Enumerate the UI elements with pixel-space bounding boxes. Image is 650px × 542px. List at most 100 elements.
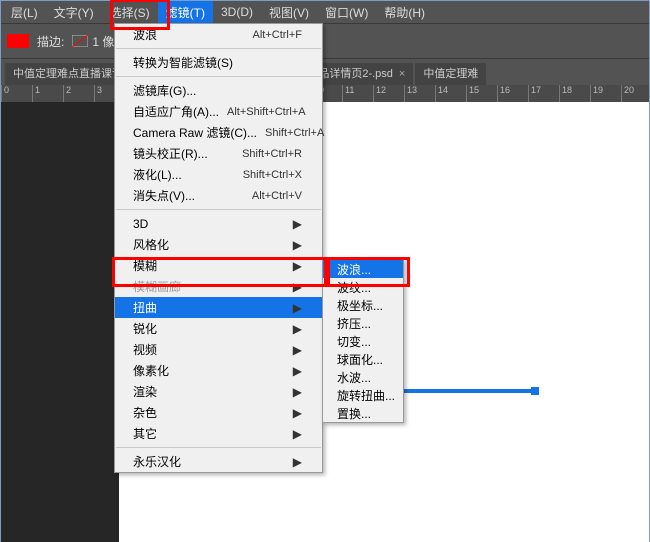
menu-item-label: 3D [133, 217, 292, 231]
menu-shortcut: Alt+Ctrl+F [244, 29, 302, 41]
document-tab[interactable]: 中值定理难 [415, 63, 486, 85]
menu-item[interactable]: 转换为智能滤镜(S) [115, 52, 322, 73]
menu-item[interactable]: 渲染▶ [115, 381, 322, 402]
menu-shortcut: Shift+Ctrl+A [257, 127, 324, 139]
ruler-tick: 15 [466, 85, 479, 102]
menu-item[interactable]: 层(L) [3, 1, 46, 24]
ruler-tick: 16 [497, 85, 510, 102]
ruler-tick: 20 [621, 85, 634, 102]
menu-item-label: 风格化 [133, 236, 292, 253]
options-bar: 描边: 1 像素 ▭ ▤ ◧ ✿ 对齐边缘 [1, 23, 649, 59]
app-window: 层(L)文字(Y)选择(S)滤镜(T)3D(D)视图(V)窗口(W)帮助(H) … [0, 0, 650, 542]
menu-item[interactable]: 风格化▶ [115, 234, 322, 255]
submenu-arrow-icon: ▶ [292, 259, 302, 273]
submenu-item-label: 水波... [337, 369, 371, 386]
menu-item-label: 波浪 [133, 26, 244, 43]
menu-item[interactable]: 杂色▶ [115, 402, 322, 423]
filter-menu: 波浪Alt+Ctrl+F转换为智能滤镜(S)滤镜库(G)...自适应广角(A).… [114, 23, 323, 473]
submenu-arrow-icon: ▶ [292, 364, 302, 378]
submenu-arrow-icon: ▶ [292, 427, 302, 441]
ruler-horizontal: 0123456789101112131415161718192021 [1, 85, 649, 102]
menu-item[interactable]: 滤镜库(G)... [115, 80, 322, 101]
ruler-tick: 17 [528, 85, 541, 102]
menu-item[interactable]: 文字(Y) [46, 1, 102, 24]
menu-item[interactable]: 自适应广角(A)...Alt+Shift+Ctrl+A [115, 101, 322, 122]
selection-line [404, 389, 534, 393]
menu-shortcut: Alt+Shift+Ctrl+A [219, 106, 306, 118]
submenu-item[interactable]: 球面化... [323, 350, 403, 368]
menu-item[interactable]: 消失点(V)...Alt+Ctrl+V [115, 185, 322, 206]
menu-item[interactable]: 视频▶ [115, 339, 322, 360]
menu-item[interactable]: 视图(V) [261, 1, 317, 24]
submenu-item[interactable]: 旋转扭曲... [323, 386, 403, 404]
stroke-swatch[interactable] [70, 31, 90, 51]
menu-item[interactable]: Camera Raw 滤镜(C)...Shift+Ctrl+A [115, 122, 322, 143]
tab-label: 中值定理难 [423, 63, 478, 85]
menu-separator [116, 209, 321, 210]
submenu-item[interactable]: 极坐标... [323, 296, 403, 314]
submenu-arrow-icon: ▶ [292, 385, 302, 399]
menu-item-label: 镜头校正(R)... [133, 145, 234, 162]
menu-item[interactable]: 扭曲▶ [115, 297, 322, 318]
ruler-tick: 1 [32, 85, 40, 102]
menu-item[interactable]: 模糊▶ [115, 255, 322, 276]
submenu-item-label: 切变... [337, 333, 371, 350]
submenu-item-label: 波纹... [337, 279, 371, 296]
submenu-item-label: 置换... [337, 405, 371, 422]
menu-item[interactable]: 帮助(H) [376, 1, 433, 24]
menu-item-label: 消失点(V)... [133, 187, 244, 204]
menu-shortcut: Shift+Ctrl+X [235, 169, 302, 181]
submenu-item-label: 旋转扭曲... [337, 387, 395, 404]
submenu-arrow-icon: ▶ [292, 343, 302, 357]
ruler-tick: 2 [63, 85, 71, 102]
submenu-item[interactable]: 水波... [323, 368, 403, 386]
menu-item-label: 锐化 [133, 320, 292, 337]
menu-item[interactable]: 3D(D) [213, 2, 261, 22]
submenu-item[interactable]: 挤压... [323, 314, 403, 332]
submenu-item-label: 极坐标... [337, 297, 383, 314]
menu-item[interactable]: 镜头校正(R)...Shift+Ctrl+R [115, 143, 322, 164]
submenu-item-label: 球面化... [337, 351, 383, 368]
submenu-item[interactable]: 波浪... [323, 260, 403, 278]
submenu-arrow-icon: ▶ [292, 238, 302, 252]
menu-item[interactable]: 窗口(W) [317, 1, 376, 24]
menu-item-label: 自适应广角(A)... [133, 103, 219, 120]
menu-separator [116, 48, 321, 49]
menu-shortcut: Alt+Ctrl+V [244, 190, 302, 202]
menu-item[interactable]: 其它▶ [115, 423, 322, 444]
menu-separator [116, 447, 321, 448]
submenu-arrow-icon: ▶ [292, 406, 302, 420]
menu-item[interactable]: 像素化▶ [115, 360, 322, 381]
ruler-tick: 14 [435, 85, 448, 102]
menubar: 层(L)文字(Y)选择(S)滤镜(T)3D(D)视图(V)窗口(W)帮助(H) [1, 1, 649, 23]
stroke-label: 描边: [37, 33, 64, 50]
ruler-tick: 3 [94, 85, 102, 102]
canvas-background [1, 102, 119, 542]
menu-item-label: 扭曲 [133, 299, 292, 316]
menu-item-label: 其它 [133, 425, 292, 442]
ruler-tick: 11 [342, 85, 354, 102]
menu-item[interactable]: 3D▶ [115, 213, 322, 234]
menu-item[interactable]: 选择(S) [102, 1, 158, 24]
submenu-item-label: 挤压... [337, 315, 371, 332]
menu-item-label: 像素化 [133, 362, 292, 379]
close-icon[interactable]: × [399, 63, 405, 85]
document-tabs: 中值定理难点直播课详×-.psd×中值定理难点直播课礼品详情页2-.psd×中值… [1, 59, 649, 85]
menu-item[interactable]: 波浪Alt+Ctrl+F [115, 24, 322, 45]
submenu-item[interactable]: 置换... [323, 404, 403, 422]
menu-item[interactable]: 液化(L)...Shift+Ctrl+X [115, 164, 322, 185]
submenu-item[interactable]: 切变... [323, 332, 403, 350]
submenu-arrow-icon: ▶ [292, 280, 302, 294]
submenu-item-label: 波浪... [337, 261, 371, 278]
ruler-tick: 12 [373, 85, 386, 102]
menu-item-label: 模糊 [133, 257, 292, 274]
menu-item-label: 永乐汉化 [133, 453, 292, 470]
submenu-arrow-icon: ▶ [292, 322, 302, 336]
menu-item[interactable]: 锐化▶ [115, 318, 322, 339]
selection-handle[interactable] [531, 387, 539, 395]
submenu-item[interactable]: 波纹... [323, 278, 403, 296]
submenu-arrow-icon: ▶ [292, 217, 302, 231]
menu-item[interactable]: 滤镜(T) [158, 1, 213, 24]
menu-item[interactable]: 永乐汉化▶ [115, 451, 322, 472]
fill-swatch[interactable] [7, 34, 29, 48]
